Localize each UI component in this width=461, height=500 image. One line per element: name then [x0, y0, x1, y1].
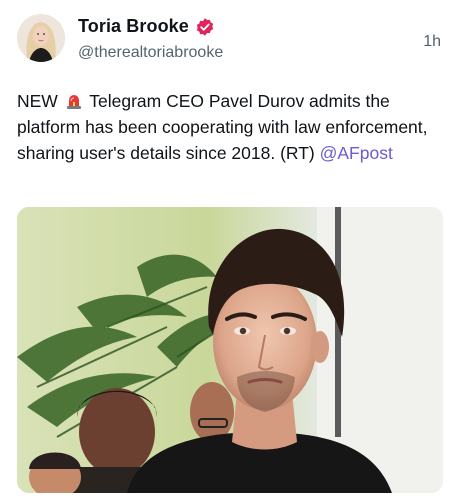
mention-link[interactable]: @AFpost	[320, 143, 393, 163]
author-name-row: Toria Brooke	[78, 16, 215, 37]
author-display-name[interactable]: Toria Brooke	[78, 16, 189, 37]
author-avatar[interactable]	[17, 14, 65, 62]
post-timestamp[interactable]: 1h	[423, 33, 441, 51]
author-handle[interactable]: @therealtoriabrooke	[78, 44, 223, 62]
post-media-photo[interactable]	[17, 207, 443, 493]
post-card[interactable]: Toria Brooke @therealtoriabrooke 1h NEW …	[0, 0, 461, 500]
post-body-text: NEW Telegram CEO Pavel Durov admits the …	[17, 88, 442, 166]
verified-badge-icon	[195, 17, 215, 37]
post-text-prefix: NEW	[17, 91, 58, 111]
police-siren-icon	[65, 91, 83, 109]
